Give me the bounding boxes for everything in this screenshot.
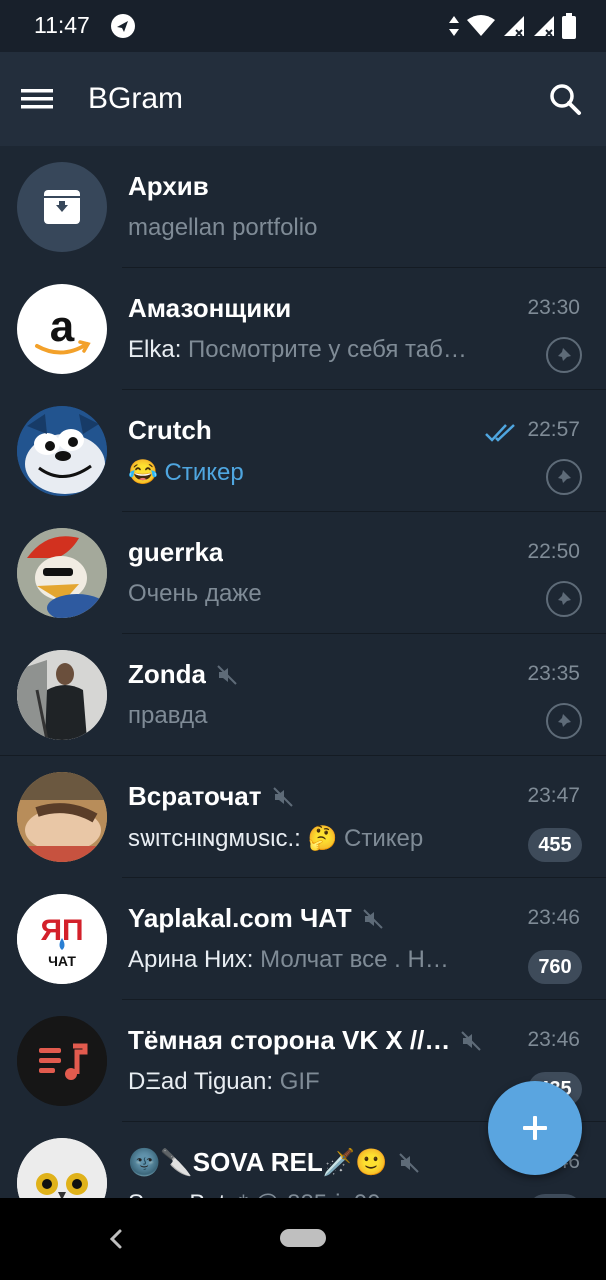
chat-preview: ѕѡιтcнιɴgмυѕιc.: 🤔 Стикер (128, 825, 424, 852)
chat-row[interactable]: ЯП ЧАТ Yaplakal.com ЧАТ 23:46 Арина Них:… (0, 878, 606, 1000)
yaplakal-logo-icon: ЯП ЧАТ (17, 894, 107, 984)
signal-icon-2 (534, 16, 554, 37)
chat-name: Всраточат (128, 781, 294, 812)
chat-avatar (17, 1138, 107, 1198)
cartoon-cat-avatar (17, 406, 107, 496)
back-icon[interactable] (105, 1226, 127, 1252)
chat-preview: magellan portfolio (128, 214, 318, 241)
chat-name: Тёмная сторона VK X //… (128, 1025, 482, 1056)
system-nav-bar (0, 1198, 606, 1280)
chat-avatar (17, 1016, 107, 1106)
chat-time: 23:47 (527, 784, 580, 807)
chat-row[interactable]: Crutch 22:57 😂 Стикер (0, 390, 606, 512)
chat-time: 22:57 (527, 418, 580, 441)
chat-name: Yaplakal.com ЧАТ (128, 903, 384, 934)
app-bar: BGram (0, 52, 606, 146)
chat-avatar (17, 650, 107, 740)
woody-woodpecker-avatar (17, 528, 107, 618)
meme-photo-avatar (17, 772, 107, 862)
search-icon[interactable] (546, 80, 584, 118)
home-pill[interactable] (280, 1229, 326, 1247)
status-bar: 11:47 (0, 0, 606, 52)
battery-icon (562, 13, 576, 39)
chat-time: 23:46 (527, 906, 580, 929)
signal-icon (504, 16, 524, 37)
archive-icon (44, 190, 80, 224)
chat-row-archive[interactable]: Архив magellan portfolio (0, 146, 606, 268)
chat-avatar (17, 772, 107, 862)
chat-row[interactable]: Zonda 23:35 правда (0, 634, 606, 756)
chat-time: 23:30 (527, 296, 580, 319)
chat-avatar (17, 528, 107, 618)
svg-text:ЧАТ: ЧАТ (48, 953, 76, 969)
chat-preview: Очень даже (128, 580, 262, 607)
music-note-icon (17, 1016, 107, 1106)
status-icons (448, 13, 576, 39)
app-notification-icon (111, 14, 135, 38)
menu-icon[interactable] (18, 80, 56, 118)
muted-icon (272, 786, 293, 807)
archive-avatar (17, 162, 107, 252)
new-message-button[interactable] (488, 1081, 582, 1175)
chat-preview: Арина Них: Молчат все . Н… (128, 946, 449, 973)
chat-name: Crutch (128, 415, 212, 445)
amazon-logo-icon: a (35, 302, 91, 355)
chat-time: 23:35 (527, 662, 580, 685)
chat-name: Zonda (128, 659, 238, 690)
svg-text:a: a (50, 302, 75, 351)
chat-avatar (17, 406, 107, 496)
chat-preview: Elka: Посмотрите у себя таб… (128, 336, 467, 363)
chat-preview: 😂 Стикер (128, 459, 244, 486)
status-time: 11:47 (34, 12, 90, 38)
pin-icon (546, 703, 582, 739)
chat-preview: Sova Bot: * @r885ri_00 пост… (128, 1190, 461, 1198)
pin-icon (546, 581, 582, 617)
chat-row[interactable]: Всраточат 23:47 ѕѡιтcнιɴgмυѕιc.: 🤔 Стике… (0, 756, 606, 878)
read-checks-icon (485, 424, 515, 442)
muted-icon (398, 1152, 419, 1173)
chat-avatar: a (17, 284, 107, 374)
chat-avatar: ЯП ЧАТ (17, 894, 107, 984)
person-photo-avatar (17, 650, 107, 740)
chat-row[interactable]: a Амазонщики 23:30 Elka: Посмотрите у се… (0, 268, 606, 390)
unread-badge: 455 (528, 828, 582, 862)
chat-preview: правда (128, 702, 208, 729)
wifi-icon (467, 15, 495, 36)
chat-time: 23:46 (527, 1028, 580, 1051)
app-title: BGram (88, 82, 184, 115)
chat-name: 🌚🔪SOVA REL🗡️🙂 (128, 1147, 420, 1178)
owl-avatar (17, 1138, 107, 1198)
pin-icon (546, 459, 582, 495)
pin-icon (546, 337, 582, 373)
muted-icon (217, 664, 237, 685)
chat-name: Амазонщики (128, 293, 292, 323)
chat-name: Архив (128, 171, 209, 201)
data-arrows-icon (449, 16, 459, 36)
unread-badge: 760 (528, 950, 582, 984)
chat-name: guerrka (128, 537, 224, 567)
muted-icon (362, 908, 383, 929)
chat-preview: DΞad Tiguan: GIF (128, 1068, 320, 1095)
muted-icon (461, 1030, 482, 1051)
plus-icon (523, 1116, 547, 1140)
chat-time: 22:50 (527, 540, 580, 563)
chat-list: Архив magellan portfolio a Амазонщики 23… (0, 146, 606, 1198)
chat-row[interactable]: guerrka 22:50 Очень даже (0, 512, 606, 634)
